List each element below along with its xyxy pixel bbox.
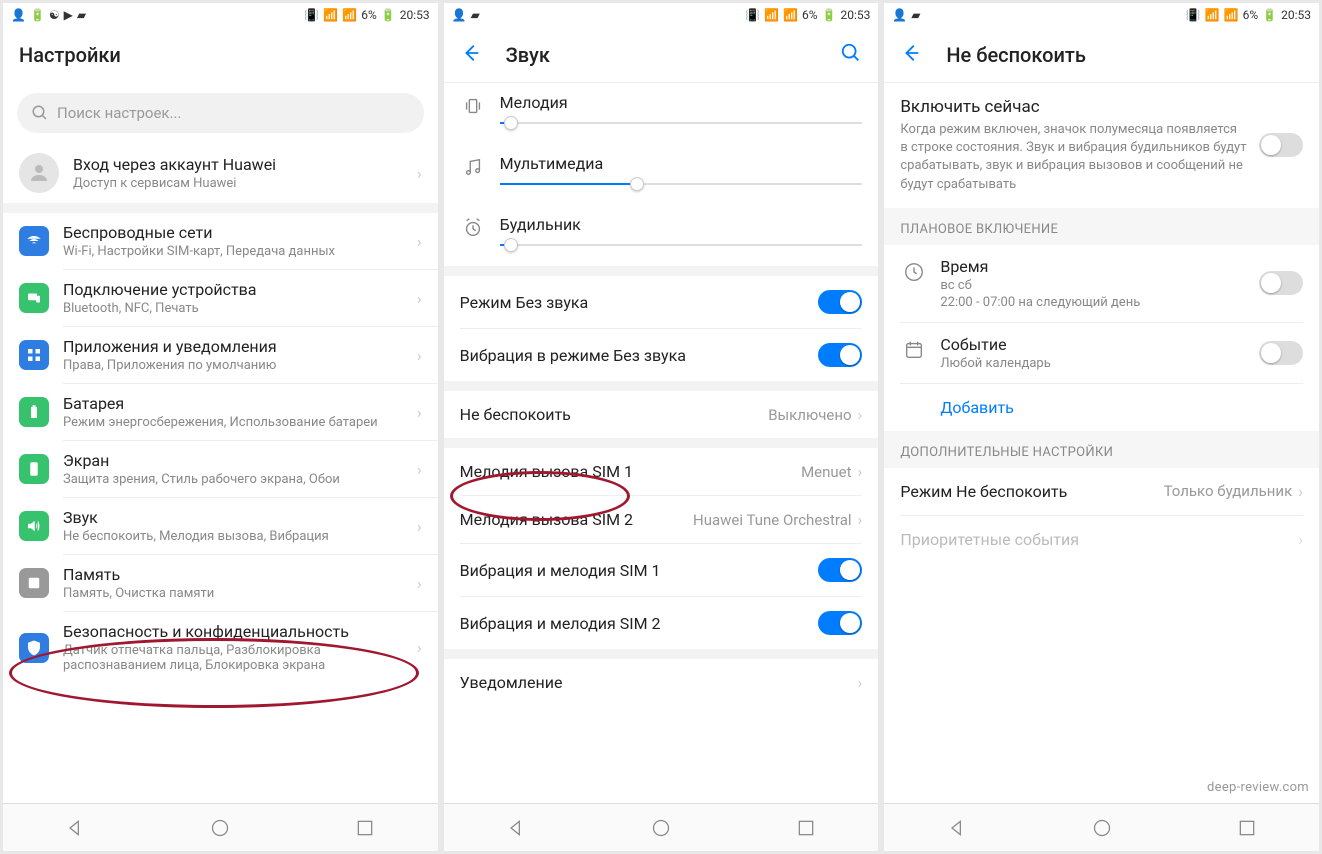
shield-icon	[19, 633, 49, 663]
android-navbar	[444, 803, 879, 851]
section-scheduled: ПЛАНОВОЕ ВКЛЮЧЕНИЕ	[884, 208, 1319, 245]
switch[interactable]	[1259, 271, 1303, 295]
dnd-screen: 👤▰ 📳📶📶 6%🔋 20:53 Не беспокоить Включить …	[884, 3, 1319, 851]
search-input[interactable]: Поиск настроек...	[17, 93, 424, 133]
nav-back-icon[interactable]	[947, 818, 967, 838]
chevron-right-icon: ›	[1298, 530, 1303, 549]
toggle-vibrate-sim1[interactable]: Вибрация и мелодия SIM 1	[444, 544, 879, 596]
account-subtitle: Доступ к сервисам Huawei	[73, 176, 411, 191]
account-row[interactable]: Вход через аккаунт Huawei Доступ к серви…	[3, 143, 438, 203]
row-dnd[interactable]: Не беспокоить Выключено ›	[444, 391, 879, 438]
chevron-right-icon: ›	[858, 462, 863, 481]
chevron-right-icon: ›	[858, 510, 863, 529]
nav-back-icon[interactable]	[506, 818, 526, 838]
page-title: Не беспокоить	[946, 43, 1086, 67]
nav-home-icon[interactable]	[210, 818, 230, 838]
clock-icon	[900, 261, 928, 283]
search-icon	[31, 104, 49, 122]
switch[interactable]	[1259, 341, 1303, 365]
row-security[interactable]: Безопасность и конфиденциальностьДатчик …	[3, 612, 438, 683]
section-advanced: ДОПОЛНИТЕЛЬНЫЕ НАСТРОЙКИ	[884, 431, 1319, 468]
chevron-right-icon: ›	[417, 638, 422, 657]
row-schedule-event[interactable]: Событие Любой календарь	[884, 323, 1319, 383]
wifi-icon	[19, 226, 49, 256]
nav-recent-icon[interactable]	[355, 818, 375, 838]
row-priority-events: Приоритетные события ›	[884, 516, 1319, 563]
calendar-icon	[900, 339, 928, 361]
row-wireless[interactable]: Беспроводные сетиWi-Fi, Настройки SIM-ка…	[3, 213, 438, 269]
back-button[interactable]	[900, 42, 922, 68]
settings-screen: 👤🔋☯▶▰ 📳📶📶 6% 🔋 20:53 Настройки Поиск нас…	[3, 3, 438, 851]
row-sim2-ringtone[interactable]: Мелодия вызова SIM 2 Huawei Tune Orchest…	[444, 496, 879, 543]
toggle-vibrate-silent[interactable]: Вибрация в режиме Без звука	[444, 329, 879, 381]
storage-icon	[19, 568, 49, 598]
row-notification-tone[interactable]: Уведомление ›	[444, 659, 879, 706]
row-apps-notifications[interactable]: Приложения и уведомленияПрава, Приложени…	[3, 327, 438, 383]
page-title: Настройки	[19, 43, 121, 67]
status-bar: 👤🔋☯▶▰ 📳📶📶 6% 🔋 20:53	[3, 3, 438, 27]
slider-alarm[interactable]: Будильник	[444, 205, 879, 266]
chevron-right-icon: ›	[417, 232, 422, 251]
sound-screen: 👤▰ 📳📶📶 6%🔋 20:53 Звук Мелодия Мультимеди…	[444, 3, 879, 851]
back-button[interactable]	[460, 42, 482, 68]
switch[interactable]	[818, 343, 862, 367]
search-button[interactable]	[840, 42, 862, 68]
nav-recent-icon[interactable]	[1237, 818, 1257, 838]
apps-icon	[19, 340, 49, 370]
chevron-right-icon: ›	[417, 517, 422, 536]
music-icon	[460, 156, 486, 178]
battery-icon	[19, 397, 49, 427]
switch[interactable]	[818, 611, 862, 635]
nav-back-icon[interactable]	[65, 818, 85, 838]
chevron-right-icon: ›	[858, 673, 863, 692]
clock: 20:53	[400, 8, 430, 22]
account-title: Вход через аккаунт Huawei	[73, 155, 411, 174]
switch[interactable]	[818, 290, 862, 314]
row-schedule-time[interactable]: Время вс сб 22:00 - 07:00 на следующий д…	[884, 245, 1319, 322]
chevron-right-icon: ›	[417, 574, 422, 593]
device-icon	[19, 283, 49, 313]
avatar-icon	[19, 153, 59, 193]
row-battery[interactable]: БатареяРежим энергосбережения, Использов…	[3, 384, 438, 440]
row-sound[interactable]: ЗвукНе беспокоить, Мелодия вызова, Вибра…	[3, 498, 438, 554]
toggle-silent-mode[interactable]: Режим Без звука	[444, 276, 879, 328]
vibrate-icon	[460, 95, 486, 117]
display-icon	[19, 454, 49, 484]
nav-home-icon[interactable]	[1092, 818, 1112, 838]
search-placeholder: Поиск настроек...	[57, 104, 181, 122]
chevron-right-icon: ›	[417, 164, 422, 183]
nav-recent-icon[interactable]	[796, 818, 816, 838]
row-device-connect[interactable]: Подключение устройстваBluetooth, NFC, Пе…	[3, 270, 438, 326]
add-schedule-button[interactable]: Добавить	[884, 384, 1319, 431]
status-bar: 👤▰ 📳📶📶 6%🔋 20:53	[444, 3, 879, 27]
row-display[interactable]: ЭкранЗащита зрения, Стиль рабочего экран…	[3, 441, 438, 497]
android-navbar	[884, 803, 1319, 851]
battery-pct: 6%	[361, 8, 377, 22]
toggle-vibrate-sim2[interactable]: Вибрация и мелодия SIM 2	[444, 597, 879, 649]
watermark: deep-review.com	[1207, 780, 1309, 795]
row-sim1-ringtone[interactable]: Мелодия вызова SIM 1 Menuet ›	[444, 448, 879, 495]
slider-media[interactable]: Мультимедиа	[444, 144, 879, 205]
switch[interactable]	[818, 558, 862, 582]
slider-ringtone[interactable]: Мелодия	[444, 83, 879, 144]
sound-icon	[19, 511, 49, 541]
chevron-right-icon: ›	[417, 289, 422, 308]
row-dnd-mode[interactable]: Режим Не беспокоить Только будильник ›	[884, 468, 1319, 515]
android-navbar	[3, 803, 438, 851]
chevron-right-icon: ›	[417, 346, 422, 365]
chevron-right-icon: ›	[1298, 482, 1303, 501]
chevron-right-icon: ›	[858, 405, 863, 424]
alarm-icon	[460, 217, 486, 239]
status-bar: 👤▰ 📳📶📶 6%🔋 20:53	[884, 3, 1319, 27]
nav-home-icon[interactable]	[651, 818, 671, 838]
row-enable-now[interactable]: Включить сейчас Когда режим включен, зна…	[884, 83, 1319, 208]
chevron-right-icon: ›	[417, 403, 422, 422]
switch[interactable]	[1259, 133, 1303, 157]
page-title: Звук	[506, 43, 550, 67]
row-storage[interactable]: ПамятьПамять, Очистка памяти ›	[3, 555, 438, 611]
chevron-right-icon: ›	[417, 460, 422, 479]
